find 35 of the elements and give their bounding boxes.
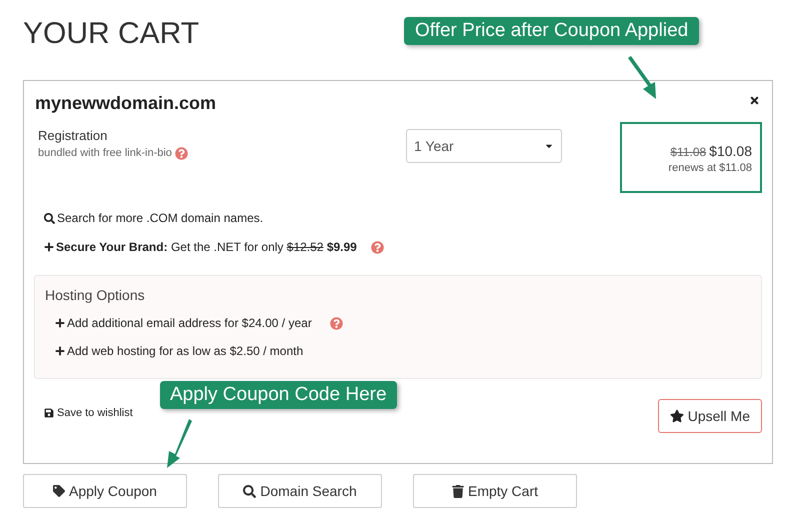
registration-label: Registration [38, 127, 108, 145]
arrow-icon [626, 56, 658, 100]
upsell-offer-text: Secure Your Brand: Get the .NET for only $12.52 $9.99 [56, 239, 357, 256]
domain-name: mynewwdomain.com [35, 92, 216, 115]
term-dropdown[interactable]: 1 Year [406, 129, 562, 163]
hosting-option-link[interactable]: Add web hosting for as low as $2.50 / month [67, 342, 304, 360]
close-icon [749, 95, 760, 106]
registration-note: bundled with free link-in-bio [38, 146, 172, 161]
close-button[interactable] [748, 94, 761, 107]
trash-icon [452, 484, 464, 498]
star-icon [670, 409, 684, 423]
annotation-callout: Apply Coupon Code Here [160, 381, 397, 409]
plus-icon [44, 242, 54, 252]
hosting-option-link[interactable]: Add additional email address for $24.00 / year [67, 314, 312, 332]
plus-icon [55, 346, 65, 356]
upsell-button[interactable]: Upsell Me [658, 399, 762, 433]
page-title: YOUR CART [23, 16, 200, 52]
action-button[interactable]: Domain Search [218, 474, 382, 508]
search-icon [243, 484, 256, 498]
plus-icon [55, 318, 65, 328]
original-price: $11.08 [670, 144, 706, 161]
search-icon [44, 212, 55, 224]
tag-icon [53, 485, 66, 497]
offer-price: $10.08 [709, 142, 752, 161]
annotation-callout: Offer Price after Coupon Applied [404, 17, 700, 45]
help-icon[interactable] [174, 146, 188, 160]
help-icon[interactable] [370, 240, 384, 254]
save-icon [44, 408, 54, 418]
help-icon[interactable] [330, 316, 343, 330]
domain-search-link[interactable]: Search for more .COM domain names. [57, 209, 264, 227]
renewal-price: renews at $11.08 [668, 162, 752, 174]
hosting-options-title: Hosting Options [45, 286, 145, 304]
action-button[interactable]: Apply Coupon [23, 474, 187, 508]
action-button[interactable]: Empty Cart [413, 474, 577, 508]
save-to-wishlist-link[interactable]: Save to wishlist [57, 404, 133, 422]
